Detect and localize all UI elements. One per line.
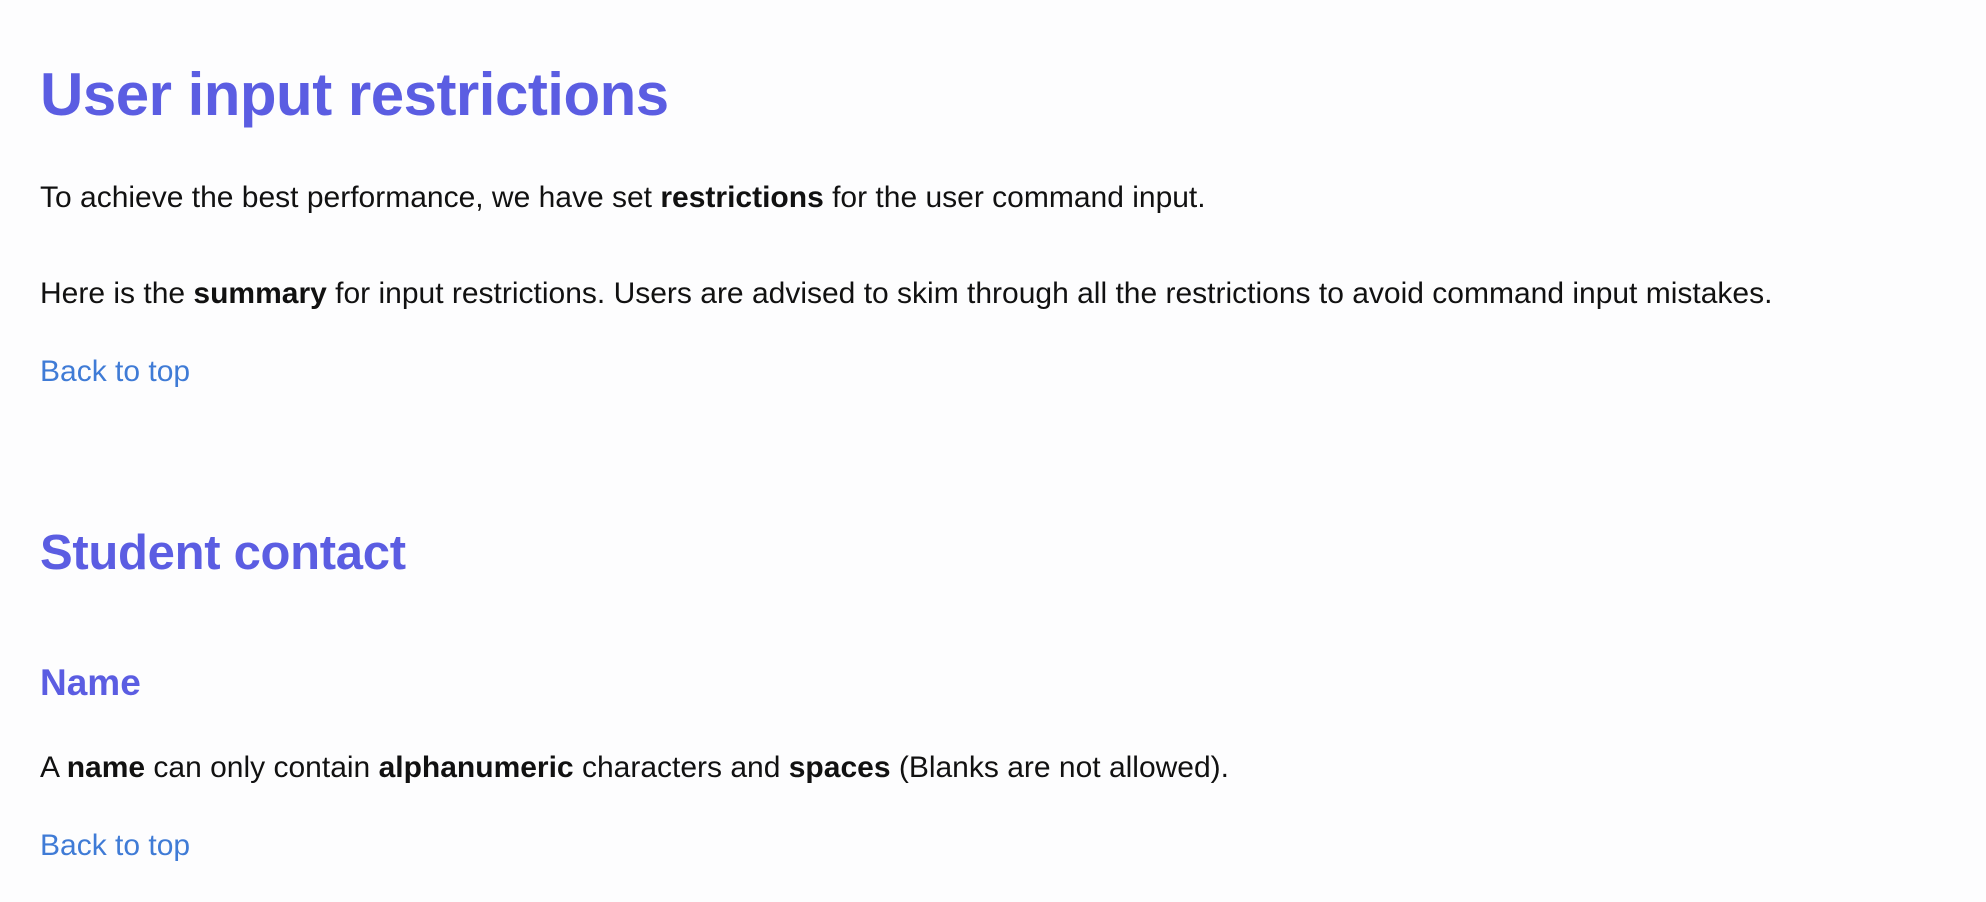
text-span: To achieve the best performance, we have…	[40, 181, 661, 214]
bold-text: spaces	[788, 751, 891, 784]
page-title: User input restrictions	[40, 61, 669, 128]
intro-paragraph-1: To achieve the best performance, we have…	[40, 178, 1206, 218]
bold-text: restrictions	[660, 181, 824, 214]
bold-text: alphanumeric	[378, 751, 574, 784]
text-span: for the user command input.	[823, 181, 1206, 214]
back-to-top-link[interactable]: Back to top	[40, 826, 190, 866]
bold-text: name	[66, 751, 146, 784]
text-span: for input restrictions. Users are advise…	[326, 277, 1773, 310]
back-to-top-link[interactable]: Back to top	[40, 352, 190, 392]
text-span: A	[40, 751, 67, 784]
intro-paragraph-2: Here is the summary for input restrictio…	[40, 274, 1772, 314]
text-span: (Blanks are not allowed).	[890, 751, 1229, 784]
bold-text: summary	[193, 277, 327, 310]
name-restriction-paragraph: A name can only contain alphanumeric cha…	[40, 748, 1229, 788]
text-span: can only contain	[145, 751, 379, 784]
text-span: Here is the	[40, 277, 194, 310]
text-span: characters and	[573, 751, 789, 784]
section-title-student-contact: Student contact	[40, 526, 406, 580]
subsection-title-name: Name	[40, 662, 141, 703]
